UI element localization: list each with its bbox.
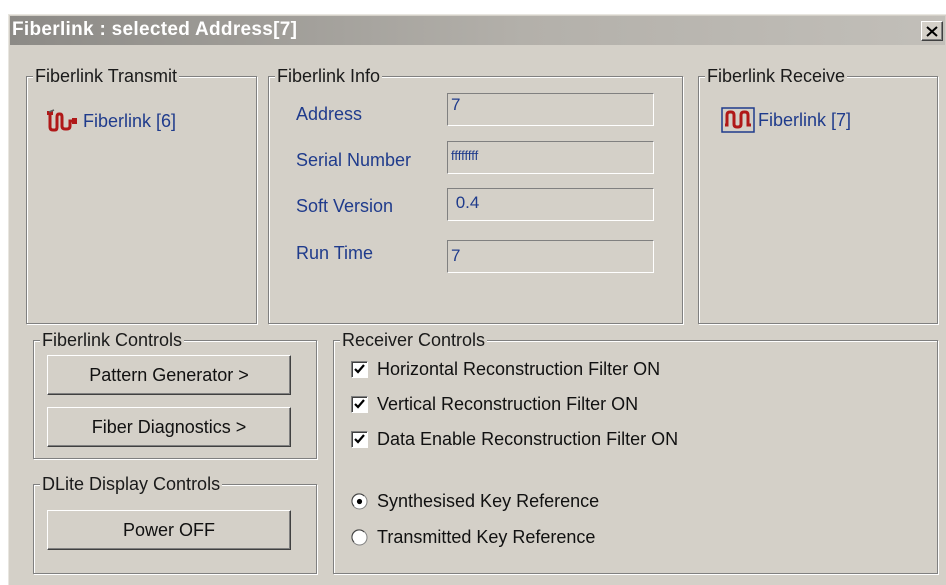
soft-version-label: Soft Version <box>296 196 394 216</box>
group-title-dlite: DLite Display Controls <box>40 473 223 495</box>
group-title-receive: Fiberlink Receive <box>705 65 848 87</box>
fiber-diagnostics-button[interactable]: Fiber Diagnostics > <box>47 407 291 447</box>
pattern-generator-button[interactable]: Pattern Generator > <box>47 355 291 395</box>
radio-button[interactable] <box>351 493 368 510</box>
group-title-info: Fiberlink Info <box>275 65 383 87</box>
radio-button[interactable] <box>351 529 368 546</box>
checkmark-icon <box>354 399 365 409</box>
group-title-receiver: Receiver Controls <box>340 329 488 351</box>
fiberlink-icon <box>721 107 755 133</box>
run-time-label: Run Time <box>296 243 374 263</box>
receive-fiberlink-link[interactable]: Fiberlink [7] <box>721 107 851 133</box>
soft-version-field: 0.4 <box>447 188 654 221</box>
data-enable-filter-checkbox[interactable]: Data Enable Reconstruction Filter ON <box>351 429 678 450</box>
serial-number-field: ffffffff <box>447 141 654 174</box>
group-title-controls: Fiberlink Controls <box>40 329 185 351</box>
serial-number-label: Serial Number <box>296 150 412 170</box>
radio-label: Synthesised Key Reference <box>377 491 600 511</box>
window-title: Fiberlink : selected Address[7] <box>12 19 298 40</box>
title-bar[interactable]: Fiberlink : selected Address[7] <box>10 16 945 45</box>
radio-label: Transmitted Key Reference <box>377 527 596 547</box>
close-button[interactable] <box>921 21 943 41</box>
synthesised-key-radio[interactable]: Synthesised Key Reference <box>351 491 599 512</box>
checkbox-label: Data Enable Reconstruction Filter ON <box>377 429 679 449</box>
address-field: 7 <box>447 93 654 126</box>
address-label: Address <box>296 104 363 124</box>
close-icon <box>926 25 938 37</box>
checkbox-box[interactable] <box>351 396 368 413</box>
receive-link-label: Fiberlink [7] <box>758 109 852 130</box>
checkbox-box[interactable] <box>351 431 368 448</box>
transmit-link-label: Fiberlink [6] <box>83 110 177 131</box>
horizontal-filter-checkbox[interactable]: Horizontal Reconstruction Filter ON <box>351 359 660 380</box>
checkmark-icon <box>354 364 365 374</box>
dialog-window: Fiberlink : selected Address[7] Fiberlin… <box>8 14 946 585</box>
group-title-transmit: Fiberlink Transmit <box>33 65 180 87</box>
vertical-filter-checkbox[interactable]: Vertical Reconstruction Filter ON <box>351 394 638 415</box>
checkbox-label: Vertical Reconstruction Filter ON <box>377 394 639 414</box>
checkbox-box[interactable] <box>351 361 368 378</box>
power-off-button[interactable]: Power OFF <box>47 510 291 550</box>
transmitted-key-radio[interactable]: Transmitted Key Reference <box>351 527 595 548</box>
run-time-field: 7 <box>447 240 654 273</box>
transmit-fiberlink-link[interactable]: Fiberlink [6] <box>46 109 176 133</box>
fiberlink-icon <box>46 109 80 133</box>
checkmark-icon <box>354 434 365 444</box>
checkbox-label: Horizontal Reconstruction Filter ON <box>377 359 661 379</box>
radio-dot-icon <box>356 498 363 505</box>
